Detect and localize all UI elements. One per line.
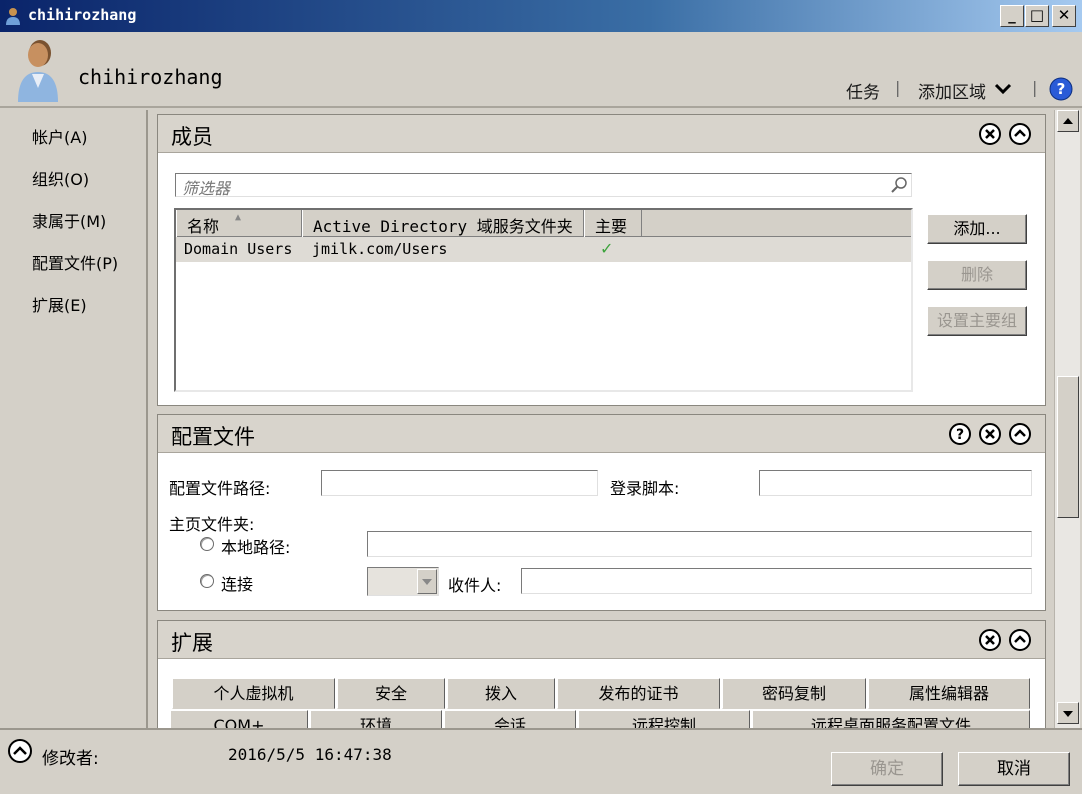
scroll-up-icon[interactable] — [1057, 110, 1079, 132]
members-section: 成员 筛选器 名称 ▲ Active Directory 域服务文件夹 主要 D… — [157, 114, 1046, 406]
tab-environment[interactable]: 环境 — [310, 710, 442, 728]
profile-section-header: 配置文件 ? — [158, 415, 1045, 453]
profile-path-label: 配置文件路径: — [169, 479, 271, 498]
tab-personal-vm[interactable]: 个人虚拟机 — [172, 678, 335, 709]
section-navigation: 帐户(A) 组织(O) 隶属于(M) 配置文件(P) 扩展(E) — [0, 110, 148, 728]
tab-remote-control[interactable]: 远程控制 — [578, 710, 750, 728]
sort-ascending-icon: ▲ — [235, 212, 242, 223]
footer-bar: 修改者: 2016/5/5 16:47:38 确定 取消 — [0, 728, 1082, 794]
section-title: 配置文件 — [171, 425, 255, 449]
title-bar: chihirozhang _ □ ✕ — [0, 0, 1082, 32]
object-header: chihirozhang 任务 | 添加区域 | ? — [0, 32, 1082, 108]
collapse-section-icon[interactable] — [1009, 629, 1031, 651]
search-icon[interactable] — [889, 176, 909, 194]
nav-item-organization[interactable]: 组织(O) — [32, 166, 89, 190]
close-section-icon[interactable] — [979, 423, 1001, 445]
nav-item-extensions[interactable]: 扩展(E) — [32, 292, 87, 316]
local-path-label: 本地路径: — [221, 538, 291, 557]
close-section-icon[interactable] — [979, 123, 1001, 145]
close-button[interactable]: ✕ — [1052, 5, 1076, 27]
user-avatar-icon — [18, 40, 58, 102]
header-separator: | — [895, 78, 901, 97]
tab-password-replication[interactable]: 密码复制 — [722, 678, 866, 709]
modified-timestamp: 2016/5/5 16:47:38 — [228, 745, 392, 764]
tab-com-plus[interactable]: COM+ — [170, 710, 308, 728]
members-list[interactable]: 名称 ▲ Active Directory 域服务文件夹 主要 Domain U… — [174, 208, 913, 392]
vertical-scrollbar[interactable] — [1054, 110, 1080, 728]
connect-label: 连接 — [221, 575, 254, 594]
row-name: Domain Users — [184, 240, 293, 258]
collapse-section-icon[interactable] — [1009, 423, 1031, 445]
primary-check-icon: ✓ — [600, 239, 614, 258]
to-label: 收件人: — [448, 576, 502, 595]
nav-item-account[interactable]: 帐户(A) — [32, 124, 87, 148]
home-folder-label: 主页文件夹: — [169, 515, 255, 534]
collapse-section-icon[interactable] — [1009, 123, 1031, 145]
add-member-button[interactable]: 添加... — [927, 214, 1027, 244]
svg-text:?: ? — [1057, 80, 1066, 98]
profile-path-input[interactable] — [321, 470, 598, 496]
local-path-radio[interactable] — [200, 537, 214, 551]
user-app-icon — [6, 8, 20, 25]
to-path-input[interactable] — [521, 568, 1032, 594]
tab-dial-in[interactable]: 拨入 — [447, 678, 555, 709]
window-title: chihirozhang — [28, 6, 137, 24]
extensions-section: 扩展 个人虚拟机 安全 拨入 发布的证书 密码复制 属性编辑器 COM+ 环境 … — [157, 620, 1046, 728]
maximize-button[interactable]: □ — [1025, 5, 1049, 27]
column-header-label: 名称 — [187, 217, 220, 236]
logon-script-input[interactable] — [759, 470, 1032, 496]
header-separator: | — [1032, 78, 1038, 97]
tab-published-certificates[interactable]: 发布的证书 — [557, 678, 720, 709]
members-list-header: 名称 ▲ Active Directory 域服务文件夹 主要 — [176, 210, 911, 237]
column-header-primary[interactable]: 主要 — [584, 210, 642, 237]
column-header-label: 主要 — [595, 217, 628, 236]
tab-security[interactable]: 安全 — [337, 678, 445, 709]
scrollbar-thumb[interactable] — [1057, 376, 1079, 518]
tab-rds-profile[interactable]: 远程桌面服务配置文件 — [752, 710, 1030, 728]
set-primary-group-button[interactable]: 设置主要组 — [927, 306, 1027, 336]
section-title: 成员 — [171, 125, 213, 149]
column-header-name[interactable]: 名称 ▲ — [176, 210, 302, 237]
add-section-menu[interactable]: 添加区域 — [918, 78, 986, 103]
tab-attribute-editor[interactable]: 属性编辑器 — [868, 678, 1030, 709]
modified-by-label: 修改者: — [42, 749, 99, 769]
row-folder: jmilk.com/Users — [312, 240, 448, 258]
drive-letter-select[interactable] — [367, 567, 439, 596]
column-header-folder[interactable]: Active Directory 域服务文件夹 — [302, 210, 584, 237]
profile-section: 配置文件 ? 配置文件路径: 登录脚本: 主页文件夹: 本地路径: 连接 收件人… — [157, 414, 1046, 611]
chevron-down-icon[interactable] — [417, 569, 437, 594]
help-icon[interactable]: ? — [1049, 77, 1073, 101]
close-section-icon[interactable] — [979, 629, 1001, 651]
content-area: 成员 筛选器 名称 ▲ Active Directory 域服务文件夹 主要 D… — [150, 110, 1054, 728]
section-title: 扩展 — [171, 631, 213, 655]
column-header-label: Active Directory 域服务文件夹 — [313, 217, 573, 236]
nav-item-member-of[interactable]: 隶属于(M) — [32, 208, 106, 232]
tab-sessions[interactable]: 会话 — [444, 710, 576, 728]
filter-placeholder: 筛选器 — [182, 179, 231, 198]
filter-input[interactable]: 筛选器 — [175, 173, 912, 198]
extensions-section-header: 扩展 — [158, 621, 1045, 659]
connect-radio[interactable] — [200, 574, 214, 588]
table-row[interactable]: Domain Users jmilk.com/Users ✓ — [176, 237, 911, 262]
user-display-name: chihirozhang — [78, 65, 223, 89]
minimize-button[interactable]: _ — [1000, 5, 1024, 27]
remove-member-button[interactable]: 删除 — [927, 260, 1027, 290]
ok-button[interactable]: 确定 — [831, 752, 943, 786]
chevron-down-icon[interactable] — [993, 82, 1013, 96]
cancel-button[interactable]: 取消 — [958, 752, 1070, 786]
tasks-menu[interactable]: 任务 — [846, 78, 880, 103]
logon-script-label: 登录脚本: — [610, 479, 680, 498]
svg-text:?: ? — [956, 427, 964, 443]
members-section-header: 成员 — [158, 115, 1045, 153]
scroll-down-icon[interactable] — [1057, 702, 1079, 724]
nav-item-profile[interactable]: 配置文件(P) — [32, 250, 118, 274]
local-path-input[interactable] — [367, 531, 1032, 557]
help-circle-icon[interactable]: ? — [949, 423, 971, 445]
expand-up-icon[interactable] — [8, 739, 32, 763]
